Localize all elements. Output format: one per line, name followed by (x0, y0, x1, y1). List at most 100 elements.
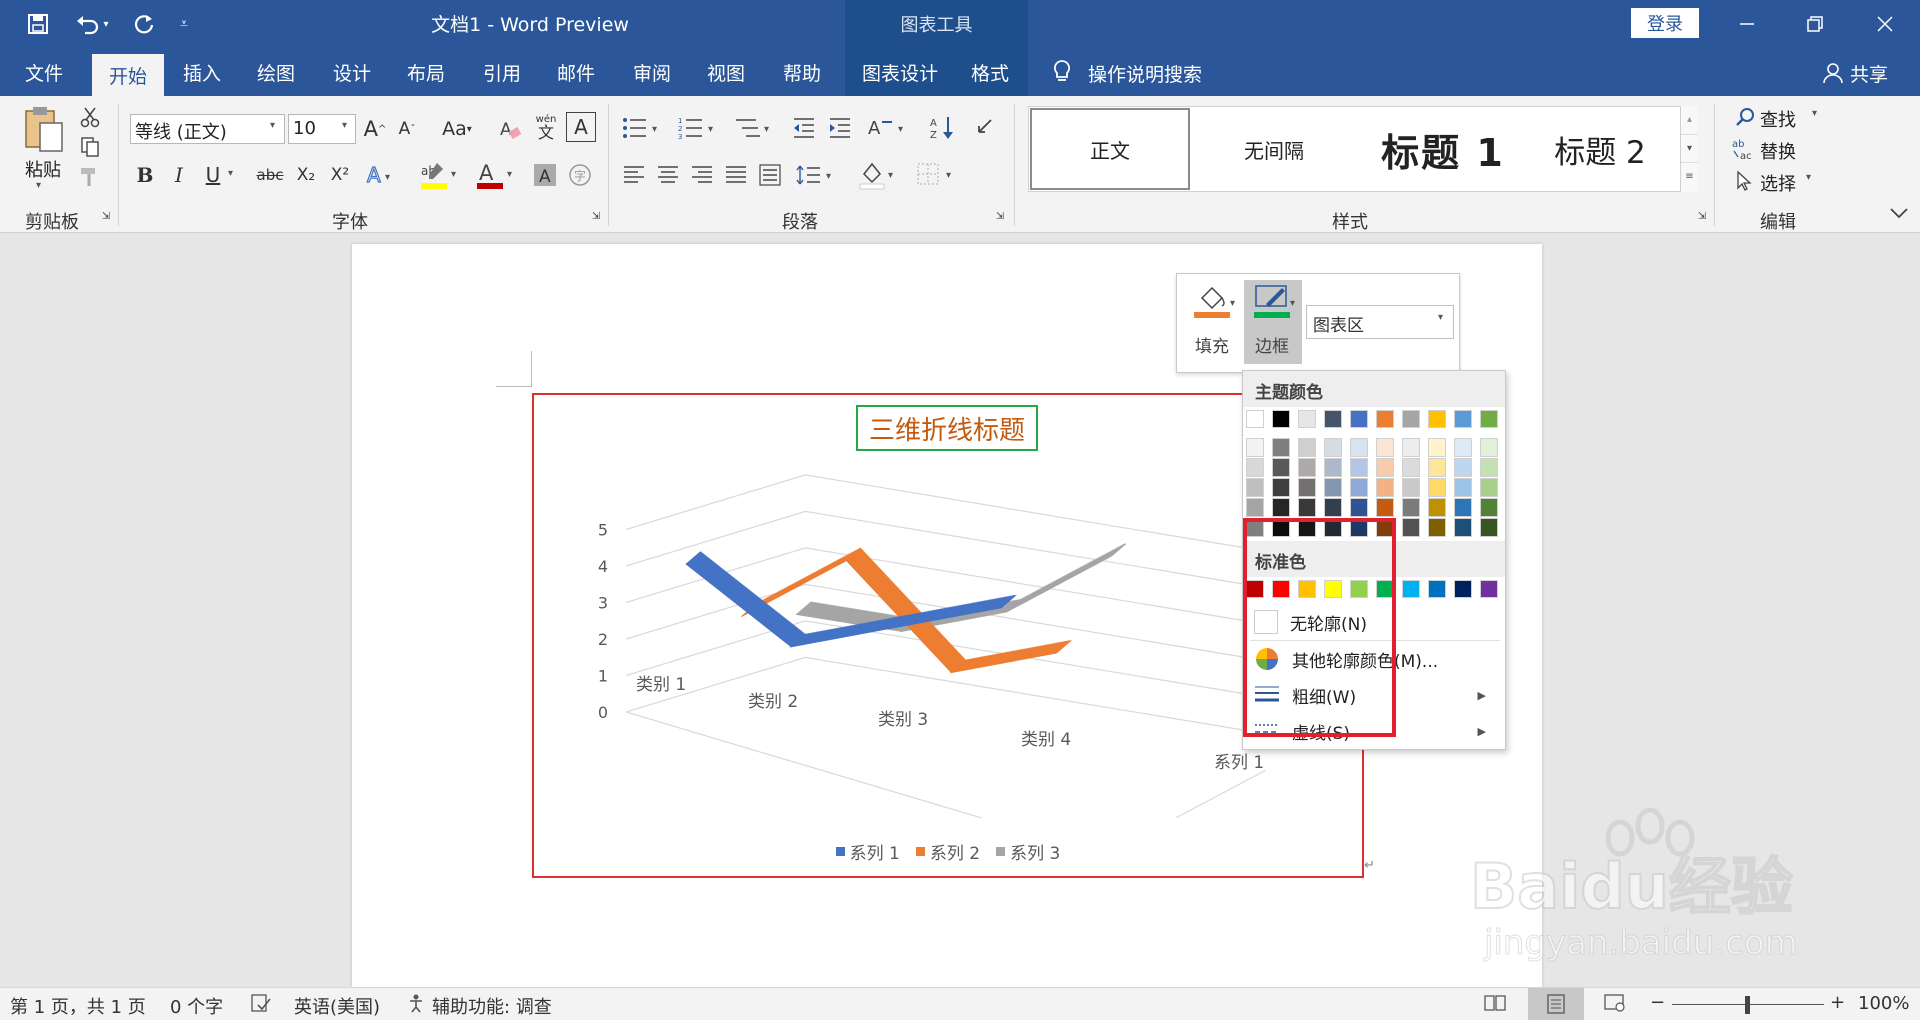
style-heading-2[interactable]: 标题 2 (1530, 108, 1670, 190)
customize-qat-icon[interactable]: ⩡ (172, 8, 196, 40)
tab-mailings[interactable]: 邮件 (544, 48, 608, 96)
theme-shade-swatch[interactable] (1402, 478, 1420, 497)
close-button[interactable] (1860, 0, 1910, 48)
clear-format-icon[interactable]: A (496, 114, 524, 144)
style-no-spacing[interactable]: 无间隔 (1194, 108, 1354, 190)
theme-shade-swatch[interactable] (1480, 458, 1498, 477)
find-button[interactable]: 查找 (1760, 106, 1840, 131)
tab-view[interactable]: 视图 (694, 48, 758, 96)
theme-color-swatch[interactable] (1350, 410, 1368, 428)
paste-dropdown-icon[interactable]: ▾ (36, 180, 50, 194)
copy-icon[interactable] (76, 134, 104, 160)
tab-home[interactable]: 开始 (92, 54, 164, 96)
tab-insert[interactable]: 插入 (170, 48, 234, 96)
font-name-dropdown-icon[interactable]: ▾ (270, 120, 282, 136)
accessibility-status[interactable]: 辅助功能: 调查 (432, 993, 582, 1018)
theme-shade-swatch[interactable] (1480, 498, 1498, 517)
text-effects-icon[interactable]: A ▾ (362, 160, 398, 190)
theme-shade-swatch[interactable] (1454, 498, 1472, 517)
theme-shade-swatch[interactable] (1454, 458, 1472, 477)
collapse-ribbon-icon[interactable] (1886, 202, 1912, 224)
tab-references[interactable]: 引用 (470, 48, 534, 96)
clipboard-launcher-icon[interactable]: ⇲ (100, 210, 112, 222)
theme-color-swatch[interactable] (1246, 410, 1264, 428)
shrink-font-icon[interactable]: Aˇ (394, 114, 420, 144)
phonetic-guide-icon[interactable]: wén 文 (530, 110, 562, 146)
page-count[interactable]: 第 1 页，共 1 页 (10, 993, 160, 1018)
theme-color-swatch[interactable] (1298, 410, 1316, 428)
theme-color-swatch[interactable] (1402, 410, 1420, 428)
style-normal[interactable]: 正文 (1030, 108, 1190, 190)
theme-color-swatch[interactable] (1324, 410, 1342, 428)
theme-shade-swatch[interactable] (1246, 498, 1264, 517)
theme-shade-swatch[interactable] (1298, 438, 1316, 457)
theme-shade-swatch[interactable] (1272, 438, 1290, 457)
web-layout-icon[interactable] (1604, 993, 1630, 1017)
grow-font-icon[interactable]: A ^ (362, 114, 388, 144)
theme-shade-swatch[interactable] (1376, 438, 1394, 457)
change-case-icon[interactable]: Aa ▾ (434, 114, 480, 144)
theme-shade-swatch[interactable] (1298, 458, 1316, 477)
standard-color-swatch[interactable] (1480, 580, 1498, 598)
select-icon[interactable] (1734, 168, 1756, 194)
styles-scroll-down-icon[interactable]: ▾ (1681, 134, 1698, 162)
replace-icon[interactable]: ab ac (1732, 136, 1758, 162)
tab-review[interactable]: 审阅 (620, 48, 684, 96)
print-layout-button[interactable] (1528, 988, 1584, 1020)
theme-shade-swatch[interactable] (1272, 498, 1290, 517)
zoom-out-button[interactable]: − (1650, 992, 1666, 1016)
find-icon[interactable] (1734, 104, 1756, 130)
select-dropdown-icon[interactable]: ▾ (1806, 172, 1818, 192)
tab-help[interactable]: 帮助 (770, 48, 834, 96)
theme-shade-swatch[interactable] (1376, 498, 1394, 517)
select-button[interactable]: 选择 (1760, 170, 1840, 195)
borders-icon[interactable]: ▾ (914, 158, 960, 192)
theme-color-swatch[interactable] (1428, 410, 1446, 428)
underline-dropdown-icon[interactable]: ▾ (228, 168, 240, 182)
chart-element-dropdown-icon[interactable]: ▾ (1438, 312, 1450, 330)
show-marks-icon[interactable] (968, 112, 998, 144)
theme-shade-swatch[interactable] (1454, 518, 1472, 537)
minimize-button[interactable] (1722, 0, 1772, 48)
underline-button[interactable]: U (200, 160, 226, 190)
redo-icon[interactable] (128, 8, 160, 40)
font-launcher-icon[interactable]: ⇲ (590, 210, 602, 222)
theme-shade-swatch[interactable] (1350, 438, 1368, 457)
theme-shade-swatch[interactable] (1350, 498, 1368, 517)
enclose-characters-icon[interactable]: 字 (566, 160, 594, 190)
standard-color-swatch[interactable] (1454, 580, 1472, 598)
sort-icon[interactable]: AZ (928, 112, 958, 144)
share-button[interactable]: 共享 (1850, 60, 1900, 86)
subscript-button[interactable]: X₂ (292, 160, 320, 190)
justify-icon[interactable] (722, 160, 750, 190)
theme-shade-swatch[interactable] (1376, 478, 1394, 497)
paragraph-launcher-icon[interactable]: ⇲ (994, 210, 1006, 222)
align-right-icon[interactable] (688, 160, 716, 190)
tab-draw[interactable]: 绘图 (244, 48, 308, 96)
theme-shade-swatch[interactable] (1402, 498, 1420, 517)
line-spacing-icon[interactable]: ▾ (794, 160, 840, 190)
zoom-slider-thumb[interactable] (1745, 996, 1750, 1014)
theme-shade-swatch[interactable] (1428, 518, 1446, 537)
replace-button[interactable]: 替换 (1760, 138, 1840, 163)
increase-indent-icon[interactable] (826, 112, 854, 144)
theme-shade-swatch[interactable] (1454, 478, 1472, 497)
styles-launcher-icon[interactable]: ⇲ (1696, 210, 1708, 222)
find-dropdown-icon[interactable]: ▾ (1812, 108, 1824, 128)
theme-shade-swatch[interactable] (1350, 478, 1368, 497)
zoom-in-button[interactable]: + (1830, 992, 1846, 1016)
theme-shade-swatch[interactable] (1428, 498, 1446, 517)
theme-shade-swatch[interactable] (1246, 458, 1264, 477)
theme-color-swatch[interactable] (1376, 410, 1394, 428)
theme-shade-swatch[interactable] (1298, 478, 1316, 497)
font-name-combo[interactable]: 等线 (正文) (130, 114, 285, 144)
paste-label[interactable]: 粘贴 (20, 156, 66, 181)
language-indicator[interactable]: 英语(美国) (294, 993, 394, 1018)
font-size-dropdown-icon[interactable]: ▾ (342, 120, 354, 136)
bold-button[interactable]: B (132, 160, 158, 190)
style-heading-1[interactable]: 标题 1 (1358, 108, 1528, 190)
theme-shade-swatch[interactable] (1402, 518, 1420, 537)
styles-more-icon[interactable]: ≡ (1681, 162, 1698, 190)
font-color-icon[interactable]: A ▾ (474, 158, 518, 192)
theme-shade-swatch[interactable] (1272, 458, 1290, 477)
